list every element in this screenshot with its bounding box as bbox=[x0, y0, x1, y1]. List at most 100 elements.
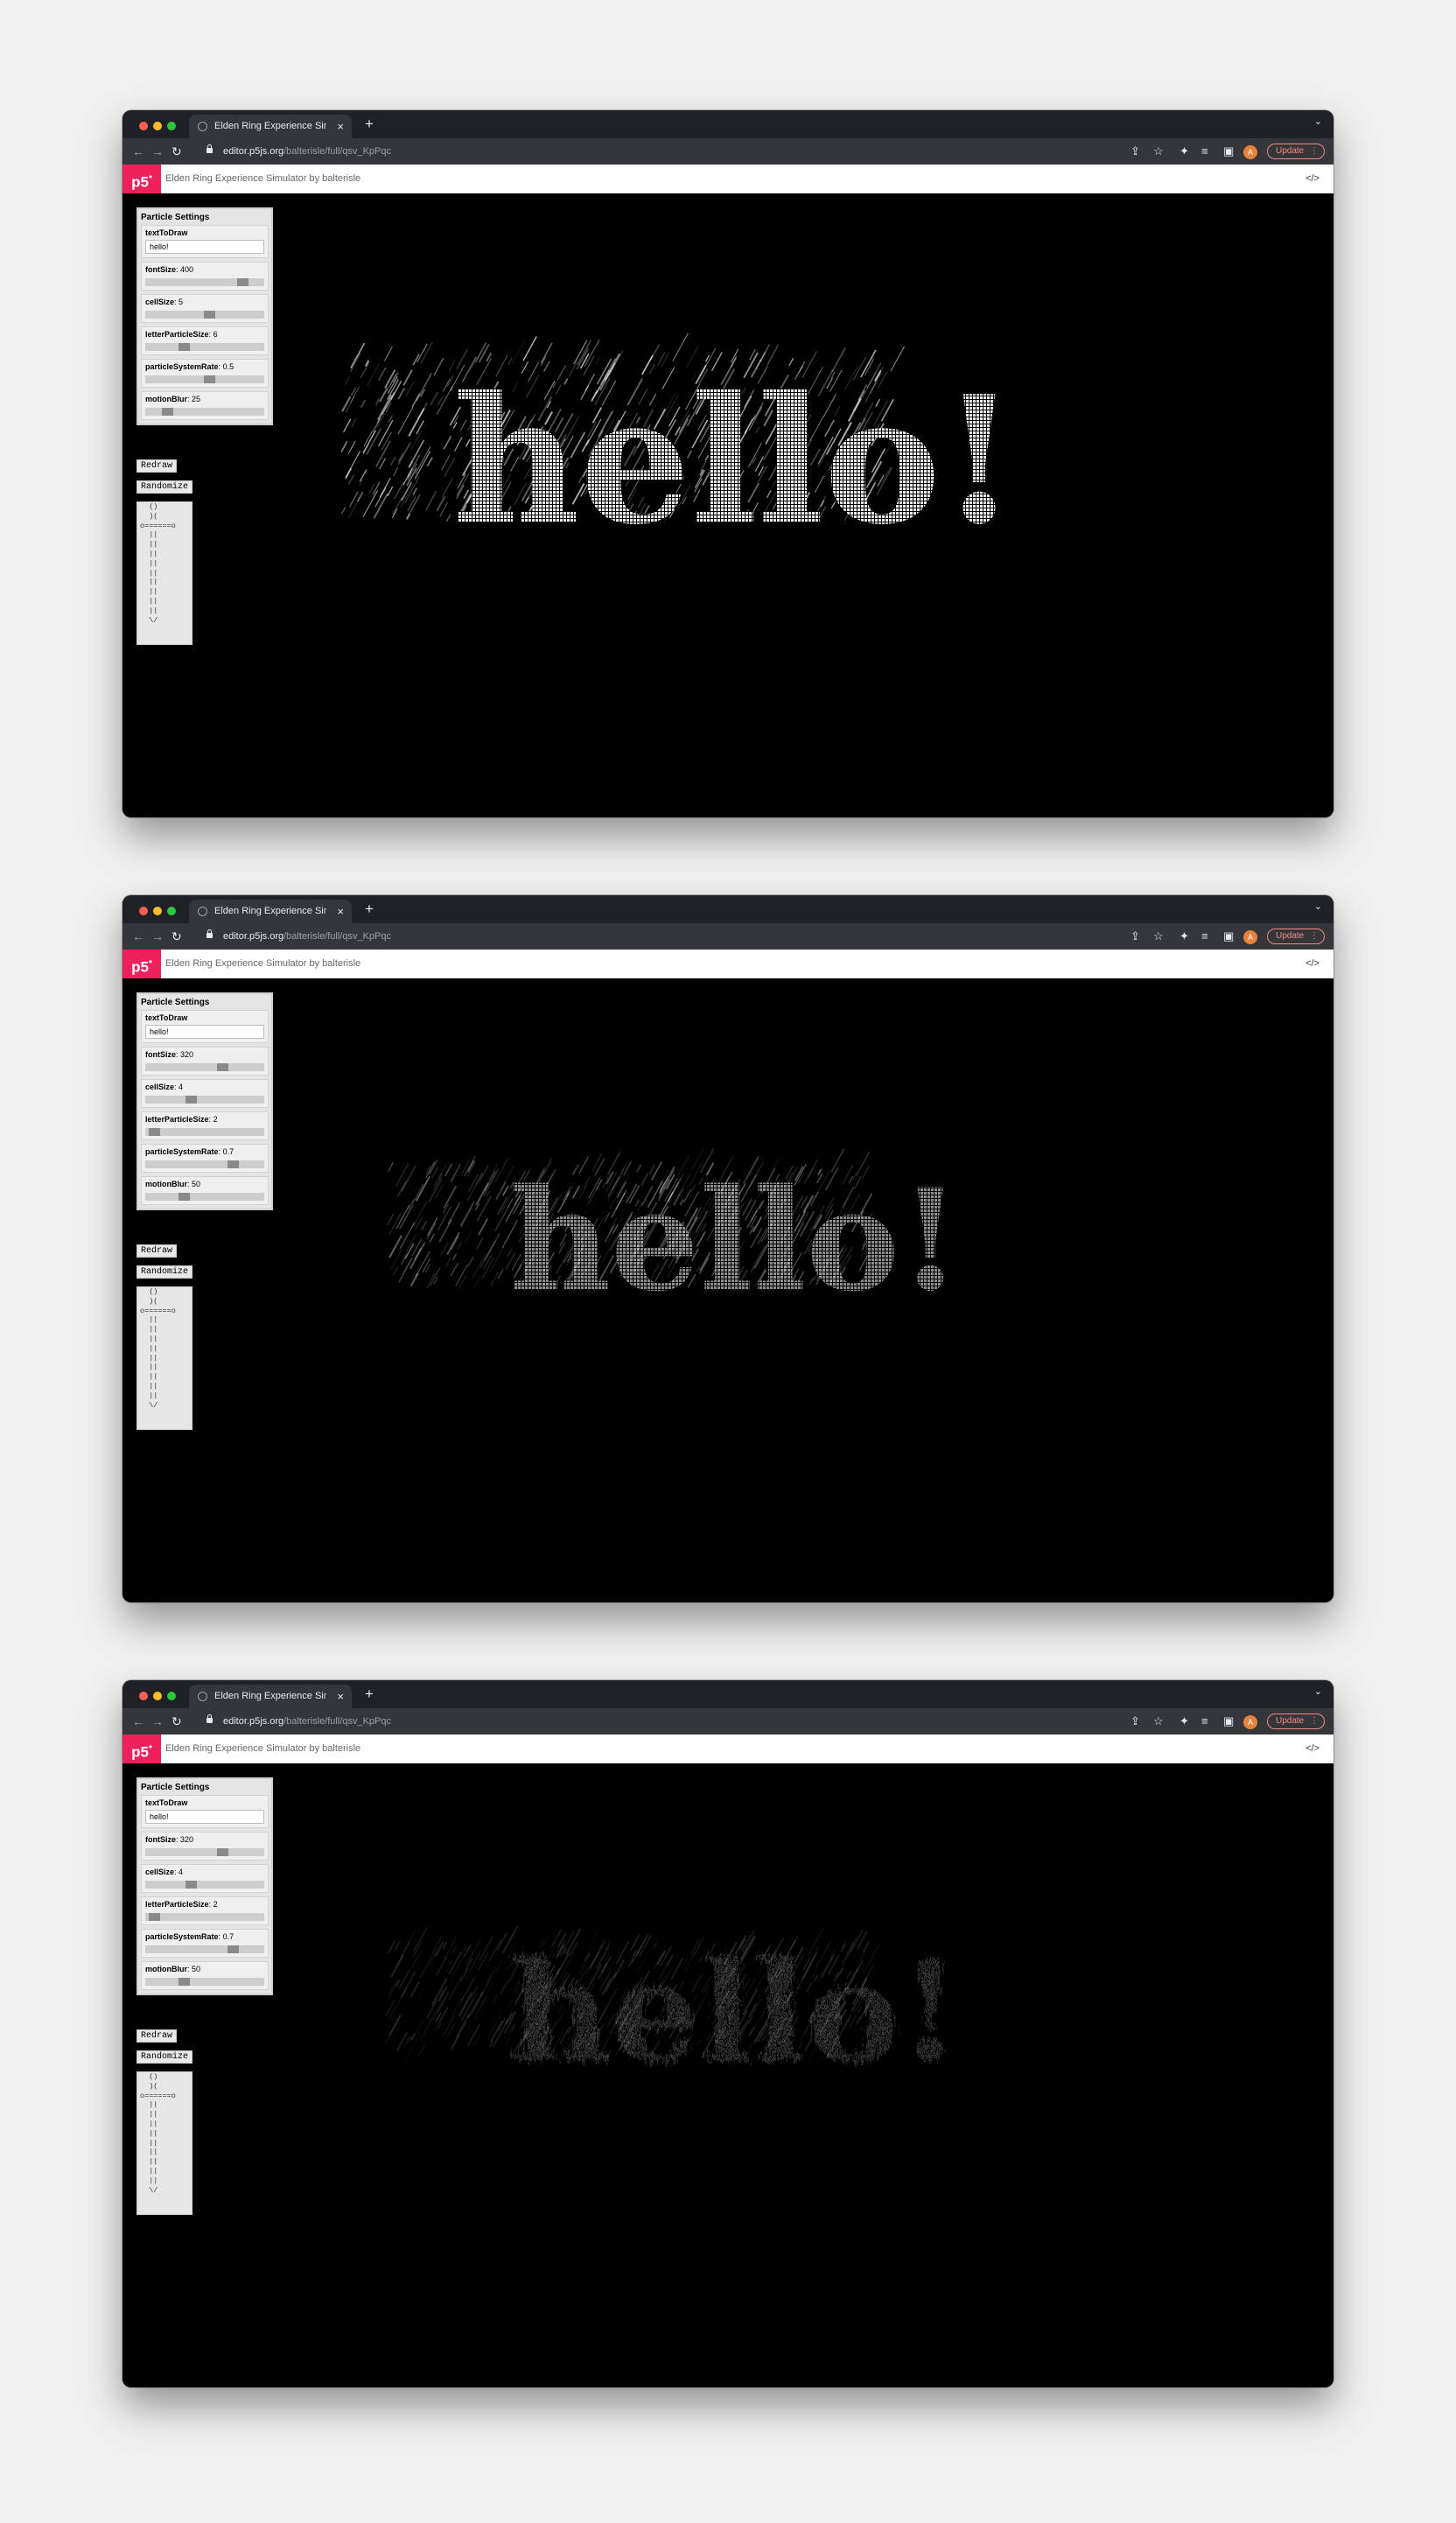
bookmark-star-icon[interactable]: ☆ bbox=[1153, 143, 1164, 160]
slider-track[interactable] bbox=[145, 1096, 264, 1104]
extensions-icon[interactable]: ✦ bbox=[1180, 143, 1189, 160]
p5-logo[interactable]: p5* bbox=[122, 165, 161, 193]
back-arrow-icon[interactable]: ← bbox=[132, 143, 144, 160]
tab-active[interactable]: Elden Ring Experience Simulator × bbox=[189, 1685, 352, 1708]
sketch-canvas[interactable]: hello! Particle Settings textToDraw hell… bbox=[122, 1763, 1334, 2387]
maximize-window-button[interactable] bbox=[167, 1692, 176, 1700]
close-window-button[interactable] bbox=[139, 907, 148, 915]
slider-thumb[interactable] bbox=[227, 1160, 239, 1168]
slider-thumb[interactable] bbox=[216, 1063, 228, 1071]
new-tab-icon[interactable]: + bbox=[365, 1685, 374, 1704]
maximize-window-button[interactable] bbox=[167, 122, 176, 130]
tab-active[interactable]: Elden Ring Experience Simulator × bbox=[189, 900, 352, 923]
lock-icon[interactable] bbox=[206, 1714, 213, 1723]
slider-thumb[interactable] bbox=[178, 343, 191, 351]
randomize-button[interactable]: Randomize bbox=[136, 2050, 193, 2064]
redraw-button[interactable]: Redraw bbox=[136, 1244, 178, 1258]
code-icon[interactable]: </> bbox=[1306, 950, 1320, 978]
redraw-button[interactable]: Redraw bbox=[136, 2029, 178, 2043]
reading-list-icon[interactable]: ≡ bbox=[1201, 1713, 1208, 1730]
extensions-icon[interactable]: ✦ bbox=[1180, 928, 1189, 945]
back-arrow-icon[interactable]: ← bbox=[132, 928, 144, 945]
text-to-draw-input[interactable]: hello! bbox=[145, 1025, 264, 1039]
share-icon[interactable]: ⇪ bbox=[1130, 143, 1140, 160]
slider-track[interactable] bbox=[145, 1128, 264, 1136]
share-icon[interactable]: ⇪ bbox=[1130, 1713, 1140, 1730]
bookmark-star-icon[interactable]: ☆ bbox=[1153, 1713, 1164, 1730]
forward-arrow-icon[interactable]: → bbox=[151, 143, 164, 160]
slider-thumb[interactable] bbox=[236, 278, 248, 286]
close-window-button[interactable] bbox=[139, 122, 148, 130]
lock-icon[interactable] bbox=[206, 144, 213, 153]
slider-track[interactable] bbox=[145, 1160, 264, 1168]
minimize-window-button[interactable] bbox=[153, 122, 162, 130]
back-arrow-icon[interactable]: ← bbox=[132, 1713, 144, 1730]
close-icon[interactable]: × bbox=[337, 900, 344, 923]
minimize-window-button[interactable] bbox=[153, 907, 162, 915]
address-bar[interactable]: editor.p5js.org/balterisle/full/qsv_KpPq… bbox=[223, 923, 391, 950]
p5-logo[interactable]: p5* bbox=[122, 1735, 161, 1763]
code-icon[interactable]: </> bbox=[1306, 1735, 1320, 1763]
slider-track[interactable] bbox=[145, 1913, 264, 1921]
reload-icon[interactable]: ↻ bbox=[172, 928, 182, 945]
chevron-down-icon[interactable]: ⌄ bbox=[1314, 901, 1322, 912]
slider-thumb[interactable] bbox=[203, 375, 215, 383]
slider-track[interactable] bbox=[145, 1063, 264, 1071]
avatar[interactable]: A bbox=[1243, 145, 1257, 159]
reload-icon[interactable]: ↻ bbox=[172, 143, 182, 160]
reload-icon[interactable]: ↻ bbox=[172, 1713, 182, 1730]
slider-track[interactable] bbox=[145, 311, 264, 319]
reading-list-icon[interactable]: ≡ bbox=[1201, 928, 1208, 945]
slider-track[interactable] bbox=[145, 343, 264, 351]
side-panel-icon[interactable]: ▣ bbox=[1223, 1713, 1234, 1730]
slider-thumb[interactable] bbox=[186, 1096, 198, 1104]
randomize-button[interactable]: Randomize bbox=[136, 1265, 193, 1279]
code-icon[interactable]: </> bbox=[1306, 165, 1320, 193]
extensions-icon[interactable]: ✦ bbox=[1180, 1713, 1189, 1730]
lock-icon[interactable] bbox=[206, 929, 213, 938]
slider-track[interactable] bbox=[145, 1193, 264, 1201]
forward-arrow-icon[interactable]: → bbox=[151, 1713, 164, 1730]
text-to-draw-input[interactable]: hello! bbox=[145, 1810, 264, 1824]
redraw-button[interactable]: Redraw bbox=[136, 459, 178, 473]
slider-thumb[interactable] bbox=[178, 1978, 191, 1986]
forward-arrow-icon[interactable]: → bbox=[151, 928, 164, 945]
side-panel-icon[interactable]: ▣ bbox=[1223, 143, 1234, 160]
p5-logo[interactable]: p5* bbox=[122, 950, 161, 978]
close-window-button[interactable] bbox=[139, 1692, 148, 1700]
sketch-canvas[interactable]: hello! Particle Settings textToDraw hell… bbox=[122, 978, 1334, 1602]
slider-thumb[interactable] bbox=[149, 1913, 161, 1921]
update-button[interactable]: Update ⋮ bbox=[1267, 1714, 1325, 1729]
side-panel-icon[interactable]: ▣ bbox=[1223, 928, 1234, 945]
randomize-button[interactable]: Randomize bbox=[136, 480, 193, 494]
slider-track[interactable] bbox=[145, 1881, 264, 1889]
slider-thumb[interactable] bbox=[203, 311, 215, 319]
slider-track[interactable] bbox=[145, 1848, 264, 1856]
close-icon[interactable]: × bbox=[337, 1685, 344, 1708]
slider-thumb[interactable] bbox=[178, 1193, 191, 1201]
update-button[interactable]: Update ⋮ bbox=[1267, 929, 1325, 944]
close-icon[interactable]: × bbox=[337, 115, 344, 138]
new-tab-icon[interactable]: + bbox=[365, 900, 374, 919]
slider-thumb[interactable] bbox=[227, 1945, 239, 1953]
address-bar[interactable]: editor.p5js.org/balterisle/full/qsv_KpPq… bbox=[223, 138, 391, 165]
chevron-down-icon[interactable]: ⌄ bbox=[1314, 1686, 1322, 1697]
slider-thumb[interactable] bbox=[186, 1881, 198, 1889]
text-to-draw-input[interactable]: hello! bbox=[145, 240, 264, 254]
slider-thumb[interactable] bbox=[149, 1128, 161, 1136]
chevron-down-icon[interactable]: ⌄ bbox=[1314, 116, 1322, 127]
share-icon[interactable]: ⇪ bbox=[1130, 928, 1140, 945]
minimize-window-button[interactable] bbox=[153, 1692, 162, 1700]
slider-thumb[interactable] bbox=[162, 408, 174, 416]
slider-track[interactable] bbox=[145, 1978, 264, 1986]
maximize-window-button[interactable] bbox=[167, 907, 176, 915]
new-tab-icon[interactable]: + bbox=[365, 115, 374, 134]
avatar[interactable]: A bbox=[1243, 930, 1257, 944]
slider-thumb[interactable] bbox=[216, 1848, 228, 1856]
tab-active[interactable]: Elden Ring Experience Simulator × bbox=[189, 115, 352, 138]
slider-track[interactable] bbox=[145, 278, 264, 286]
slider-track[interactable] bbox=[145, 408, 264, 416]
avatar[interactable]: A bbox=[1243, 1715, 1257, 1729]
reading-list-icon[interactable]: ≡ bbox=[1201, 143, 1208, 160]
slider-track[interactable] bbox=[145, 1945, 264, 1953]
